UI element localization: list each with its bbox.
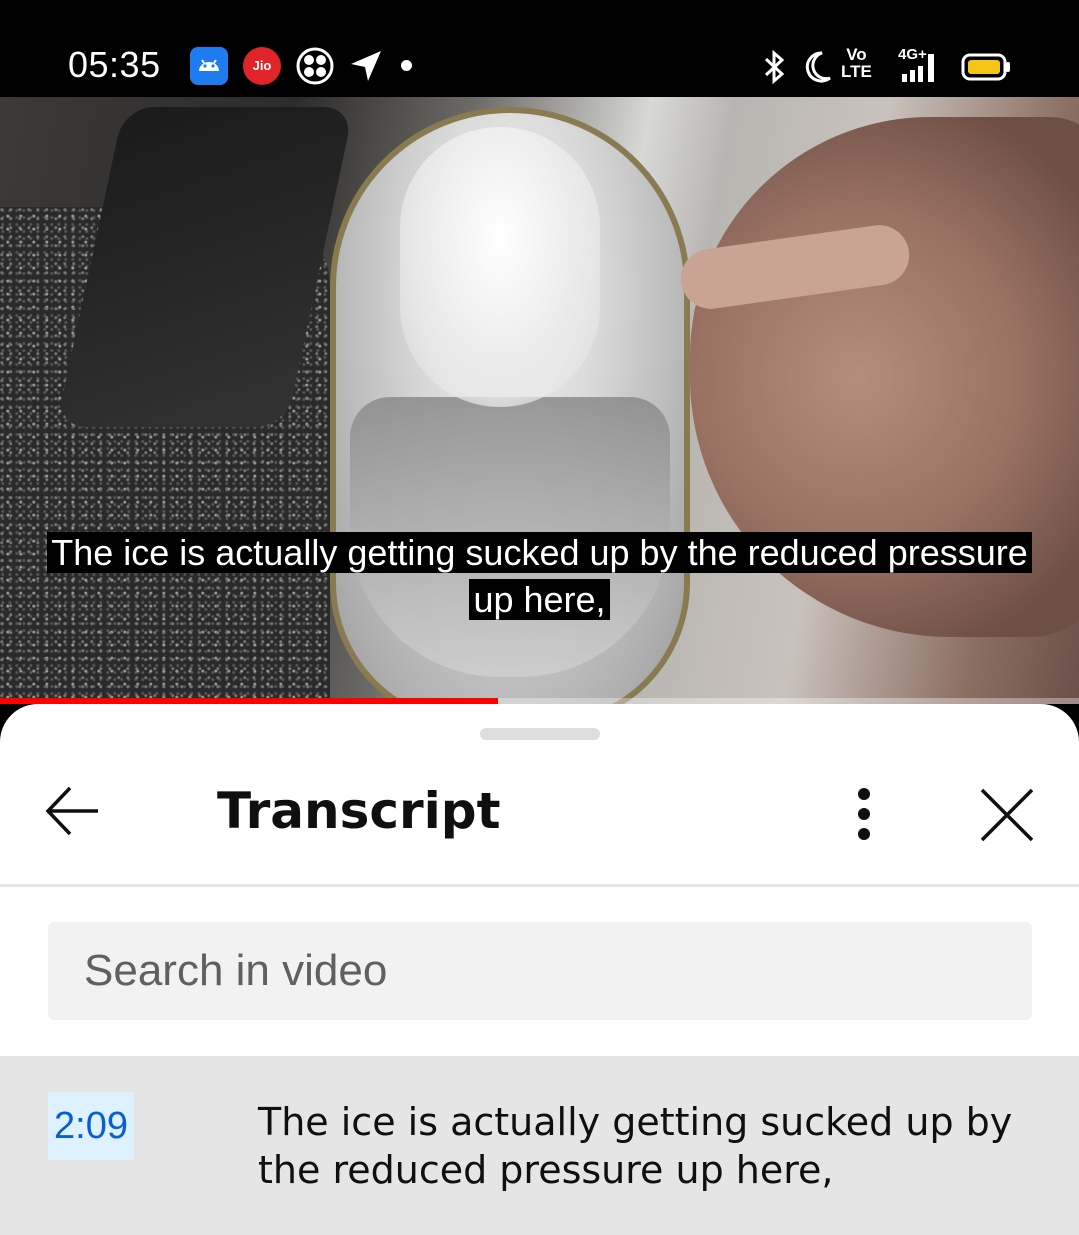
video-caption: The ice is actually getting sucked up by…	[0, 529, 1079, 623]
battery-fill	[968, 60, 1000, 74]
volte-top-label: Vo	[846, 45, 867, 64]
segment-text: The ice is actually getting sucked up by…	[258, 1100, 1013, 1192]
location-arrow-icon	[348, 48, 384, 84]
status-time: 05:35	[68, 44, 161, 85]
drag-handle[interactable]	[480, 728, 600, 740]
caption-line-2: up here,	[469, 579, 610, 620]
fan-icon	[296, 47, 334, 85]
volte-icon: Vo LTE	[841, 46, 872, 80]
more-options-button[interactable]	[842, 784, 886, 844]
close-button[interactable]	[972, 780, 1042, 850]
jio-icon: Jio	[243, 47, 281, 85]
header-divider	[0, 884, 1079, 887]
close-icon	[980, 788, 1034, 842]
back-button[interactable]	[40, 778, 106, 844]
transcript-segment[interactable]: 2:09 The ice is actually getting sucked …	[0, 1056, 1079, 1235]
video-frame-ice	[400, 127, 600, 407]
back-arrow-icon	[45, 786, 98, 836]
notification-dot	[401, 60, 412, 71]
search-input[interactable]	[48, 922, 1032, 1020]
android-icon	[190, 47, 228, 85]
video-player[interactable]: The ice is actually getting sucked up by…	[0, 97, 1079, 704]
status-bar: 05:35 Jio Vo LTE 4G+	[0, 0, 1079, 97]
caption-line-1: The ice is actually getting sucked up by…	[47, 532, 1032, 573]
panel-title: Transcript	[217, 782, 501, 840]
do-not-disturb-moon-icon	[802, 50, 832, 84]
battery-icon	[961, 53, 1011, 81]
bluetooth-icon	[762, 49, 788, 85]
transcript-panel: Transcript 2:09 The ice is actually gett…	[0, 704, 1079, 1235]
signal-4g-icon: 4G+	[888, 46, 938, 86]
more-vert-icon	[858, 788, 870, 840]
segment-timestamp[interactable]: 2:09	[48, 1092, 134, 1160]
volte-bottom-label: LTE	[841, 62, 872, 81]
